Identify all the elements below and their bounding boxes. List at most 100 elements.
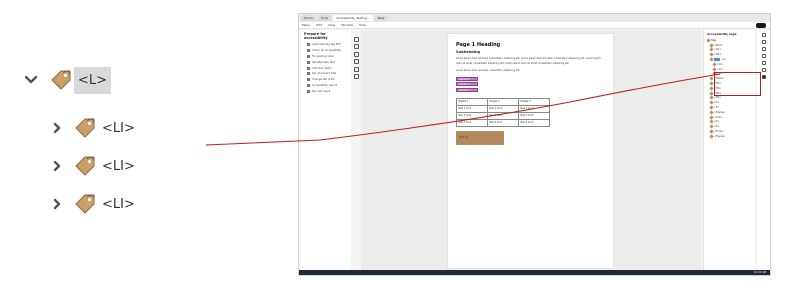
menu-window[interactable]: Window [341,23,353,27]
tag-tree-label: <P> [714,120,720,124]
layers-icon[interactable] [762,47,766,51]
taskbar-clock: 10:24 AM [753,271,766,274]
tab-tools[interactable]: Tools [317,15,332,21]
table-header: Header 2 [487,97,519,106]
browser-tab-strip: Home Tools Accessibility_Testing... New [299,14,770,22]
tag-icon [70,152,98,180]
tool-icon [307,72,310,76]
tags-highlight-box [714,72,761,96]
screenshot-stage: <L> <LI> <LI> <LI> Home Tools Accessibil… [0,0,802,297]
pdf-page: Page 1 Heading Subheading Lorem ipsum do… [448,34,613,268]
tags-panel: Accessibility tags Tags <Part> <H1> <H2> <L>… [703,30,755,270]
menu-view[interactable]: View [328,23,335,27]
doc-heading-2: Subheading [456,50,481,54]
tab-new[interactable]: New [374,15,388,21]
table-cell: Row 2 Col 3 [518,111,550,120]
tree-node-li[interactable]: <LI> [48,152,139,180]
tag-tree-label: Tags [711,38,717,42]
doc-table: Header 1 Header 2 Header 3 Row 1 Col 1 R… [456,97,550,127]
selection-highlight [714,58,720,62]
tree-node-label: <LI> [102,196,135,212]
tab-home[interactable]: Home [301,15,316,21]
draw-tool-icon[interactable] [353,59,359,64]
menu-edit[interactable]: Edit [316,23,322,27]
tag-icon [70,114,98,142]
menu-help[interactable]: Help [359,23,366,27]
bookmark-icon[interactable] [762,40,766,44]
tab-document[interactable]: Accessibility_Testing... [333,15,373,21]
tool-item[interactable]: Run full check [301,88,351,94]
chevron-right-icon[interactable] [48,157,66,175]
tool-icon [307,60,310,64]
tree-node-li[interactable]: <LI> [48,190,139,218]
table-cell: Row 3 Col 2 [487,118,519,127]
acrobat-window: Home Tools Accessibility_Testing... New … [298,13,771,276]
tag-tree-label: <H2> [714,53,722,57]
document-viewer[interactable]: Page 1 Heading Subheading Lorem ipsum do… [361,30,701,270]
share-button[interactable] [756,23,766,28]
tag-tree-label: <P> [714,125,720,129]
chevron-down-icon[interactable] [22,71,40,89]
select-tool-icon[interactable] [353,36,359,42]
tag-tree-row[interactable]: <Figure> [707,134,752,139]
doc-button: Click me [456,130,504,145]
tag-tree-label: <Link> [714,115,723,119]
tag-tree-label: <LI> [717,62,724,66]
tag-tree-label: <Form> [714,130,725,134]
tool-icon [307,43,310,47]
doc-heading-1: Page 1 Heading [456,42,501,48]
os-taskbar: 10:24 AM [299,270,770,275]
chevron-right-icon[interactable] [48,195,66,213]
table-header: Header 1 [456,97,488,106]
doc-paragraph: Lorem ipsum dolor sit amet, consectetur … [456,69,521,73]
tree-node-label: <L> [74,66,112,94]
highlight-tool-icon[interactable] [353,51,359,57]
tool-icon [307,89,310,93]
table-cell: Row 1 Col 1 [456,104,488,113]
table-row: Row 3 Col 1 Row 3 Col 2 Row 3 Col 3 [456,118,550,127]
attachment-icon[interactable] [762,54,766,58]
tag-icon [70,190,98,218]
comment-icon[interactable] [762,68,766,72]
table-row: Header 1 Header 2 Header 3 [456,97,550,106]
search-icon[interactable] [762,61,766,65]
tag-tree-label: <L> [721,58,727,62]
tag-tree-label: <TR> [714,96,722,100]
tag-tree-label: <Part> [714,43,723,47]
doc-list-item: List item 2 [456,82,478,87]
tag-tree-label: <Figure> [714,134,726,138]
tree-node-label: <LI> [102,120,135,136]
tool-icon [307,83,310,87]
table-row: Row 1 Col 1 Row 1 Col 2 Row 1 Col 3 [456,104,550,113]
quick-tools-column [352,34,360,94]
stamp-tool-icon[interactable] [353,74,359,79]
table-cell: Row 1 Col 3 [518,104,550,113]
tool-icon [307,66,310,70]
menu-menu[interactable]: Menu [302,23,310,27]
table-cell: Row 3 Col 3 [518,118,550,127]
menu-bar: Menu Edit View Window Help [299,22,770,29]
text-tool-icon[interactable] [353,66,359,72]
doc-list-item: List item 3 [456,87,478,92]
tags-icon[interactable] [762,33,766,37]
tag-tree-label: <P> [714,101,720,105]
table-cell: Row 2 Col 2 [487,111,519,120]
doc-list-item: List item 1 [456,76,478,81]
table-row: Row 2 Col 1 Row 2 Col 2 Row 2 Col 3 [456,111,550,120]
chevron-right-icon[interactable] [48,119,66,137]
accessibility-tools-panel: Prepare for accessibility Automatically … [301,30,351,270]
comment-tool-icon[interactable] [353,44,359,49]
tag-tree-label: <P> [714,106,720,110]
table-cell: Row 2 Col 1 [456,111,488,120]
right-rail [757,30,770,270]
tool-icon [307,78,310,82]
table-cell: Row 1 Col 2 [487,104,519,113]
accessibility-icon[interactable] [762,75,766,79]
tree-node-li[interactable]: <LI> [48,114,139,142]
tag-tree-label: <Figure> [714,110,726,114]
panel-title: Prepare for accessibility [304,32,328,40]
tag-tree-label: <LI> [717,67,724,71]
tree-node-l[interactable]: <L> [22,66,112,94]
table-header: Header 3 [518,97,550,106]
tag-icon [46,66,74,94]
